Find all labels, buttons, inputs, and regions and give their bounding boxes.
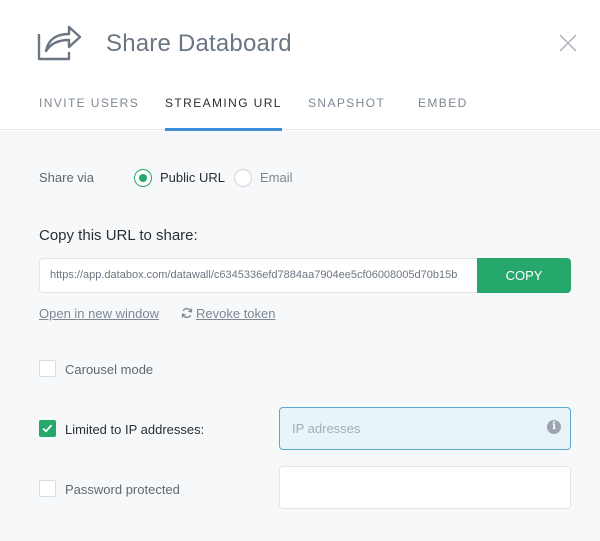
radio-public-url[interactable] <box>134 169 152 187</box>
revoke-token-link[interactable]: Revoke token <box>196 306 276 321</box>
open-in-new-window-link[interactable]: Open in new window <box>39 306 159 321</box>
tab-streaming-url[interactable]: STREAMING URL <box>165 96 282 131</box>
limited-ip-checkbox[interactable] <box>39 420 56 437</box>
password-protected-checkbox[interactable] <box>39 480 56 497</box>
tab-embed[interactable]: EMBED <box>418 96 468 130</box>
streaming-url-field[interactable]: https://app.databox.com/datawall/c634533… <box>39 258 477 293</box>
password-protected-label[interactable]: Password protected <box>65 482 180 497</box>
checkmark-icon <box>42 424 53 433</box>
refresh-icon <box>181 307 193 319</box>
carousel-mode-label[interactable]: Carousel mode <box>65 362 153 377</box>
share-icon <box>37 25 82 61</box>
close-icon[interactable] <box>558 33 578 53</box>
radio-email-label[interactable]: Email <box>260 170 293 185</box>
tab-invite-users[interactable]: INVITE USERS <box>39 96 139 130</box>
radio-email[interactable] <box>234 169 252 187</box>
modal-title: Share Databoard <box>106 30 292 57</box>
copy-button[interactable]: COPY <box>477 258 571 293</box>
copy-url-heading: Copy this URL to share: <box>39 227 198 244</box>
ip-addresses-input[interactable]: IP adresses <box>279 407 571 450</box>
password-input[interactable] <box>279 466 571 509</box>
modal-header: Share Databoard INVITE USERS STREAMING U… <box>0 0 600 131</box>
tab-bar: INVITE USERS STREAMING URL SNAPSHOT EMBE… <box>0 96 600 131</box>
limited-ip-label[interactable]: Limited to IP addresses: <box>65 422 204 437</box>
share-via-label: Share via <box>39 170 94 185</box>
carousel-mode-checkbox[interactable] <box>39 360 56 377</box>
info-icon[interactable]: i <box>547 420 561 434</box>
tab-snapshot[interactable]: SNAPSHOT <box>308 96 385 130</box>
radio-public-url-label[interactable]: Public URL <box>160 170 225 185</box>
